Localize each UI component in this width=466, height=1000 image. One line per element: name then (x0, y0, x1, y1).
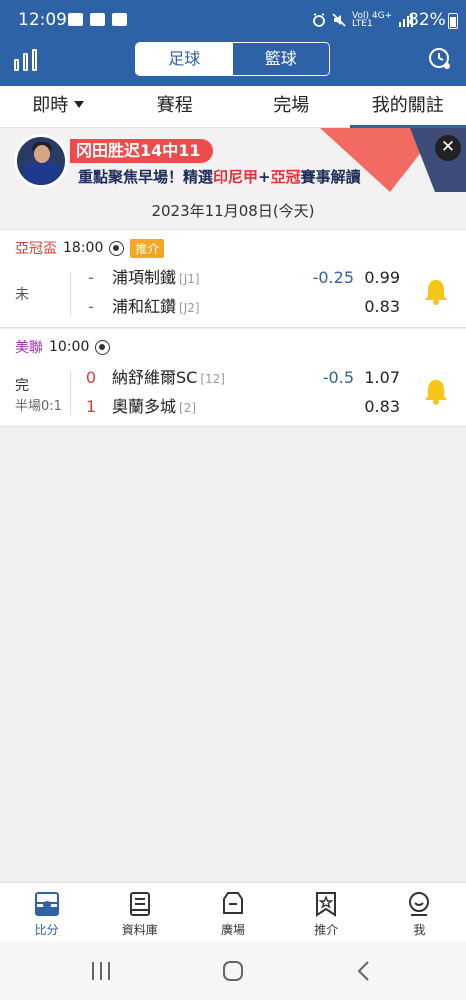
away-odds: 0.83 (364, 297, 400, 316)
match-status: 未 (15, 287, 29, 303)
battery-text: 82% (408, 10, 446, 30)
banner-headline: 冈田胜迟14中11 (70, 139, 213, 163)
ranking-bars-icon[interactable] (14, 49, 40, 71)
bell-icon[interactable] (423, 278, 449, 306)
match-header: 美聯 10:00 (15, 337, 111, 357)
system-icons: Vol) 4G+ LTE1 (312, 11, 414, 29)
plaza-icon (223, 892, 243, 914)
match-time: 10:00 (49, 339, 90, 355)
divider (70, 371, 71, 415)
network-text: Vol) 4G+ LTE1 (352, 11, 393, 29)
handicap: -0.5 (322, 368, 354, 387)
nav-recommend[interactable]: 推介 (280, 883, 373, 942)
battery-icon (448, 13, 458, 29)
gallery-icon (90, 13, 105, 26)
home-team-row: 0 納舒維爾SC [12] -0.5 1.07 (84, 366, 404, 390)
bell-icon[interactable] (423, 378, 449, 406)
half-time-score: 半場0:1 (15, 399, 62, 414)
check-icon (112, 13, 127, 26)
scoreboard-icon (34, 892, 59, 916)
alarm-icon (313, 13, 325, 27)
league-name: 美聯 (15, 340, 43, 356)
recent-apps-icon[interactable] (90, 961, 112, 981)
basketball-tab[interactable]: 籃球 (232, 43, 329, 75)
match-header: 亞冠盃 18:00 推介 (15, 238, 165, 258)
nav-plaza[interactable]: 廣場 (186, 883, 279, 942)
away-team-row: - 浦和紅鑽 [J2] 0.83 (84, 295, 404, 319)
player-avatar (14, 134, 68, 188)
notification-icons (68, 13, 127, 26)
home-score: - (88, 268, 94, 287)
divider (70, 272, 71, 316)
match-time: 18:00 (63, 240, 104, 256)
home-team: 納舒維爾SC [12] (112, 368, 225, 387)
match-card[interactable]: 亞冠盃 18:00 推介 未 - 浦項制鐵 [J1] -0.25 0.99 - 浦… (0, 230, 466, 328)
back-icon[interactable] (354, 960, 372, 982)
database-icon (129, 892, 150, 916)
tab-live[interactable]: 即時 (0, 86, 117, 127)
match-tabs: 即時 賽程 完場 我的關註 (0, 86, 466, 128)
away-team-row: 1 奧蘭多城 [2] 0.83 (84, 395, 404, 419)
home-odds: 1.07 (364, 368, 400, 387)
home-team-row: - 浦項制鐵 [J1] -0.25 0.99 (84, 266, 404, 290)
home-team: 浦項制鐵 [J1] (112, 268, 200, 287)
tab-finished[interactable]: 完場 (233, 86, 350, 127)
tab-my-follow[interactable]: 我的關註 (349, 86, 466, 128)
away-odds: 0.83 (364, 397, 400, 416)
nav-database[interactable]: 資料庫 (93, 883, 186, 942)
football-icon (109, 240, 125, 256)
away-team: 奧蘭多城 [2] (112, 397, 197, 416)
away-team: 浦和紅鑽 [J2] (112, 297, 200, 316)
handicap: -0.25 (312, 268, 354, 287)
sport-switch: 足球 籃球 (135, 42, 330, 76)
mail-icon (68, 13, 83, 26)
football-icon (95, 339, 111, 355)
nav-me[interactable]: 我 (373, 883, 466, 942)
league-name: 亞冠盃 (15, 241, 57, 257)
football-tab[interactable]: 足球 (136, 43, 233, 75)
recommend-icon (316, 892, 337, 917)
close-icon[interactable]: ✕ (435, 135, 461, 161)
tab-schedule[interactable]: 賽程 (117, 86, 234, 127)
mute-icon (332, 13, 346, 27)
history-clock-icon[interactable] (428, 47, 452, 71)
recommend-badge: 推介 (130, 238, 165, 258)
profile-icon (409, 892, 430, 916)
home-odds: 0.99 (364, 268, 400, 287)
system-navigation (0, 942, 466, 1000)
bottom-navigation: 比分 資料庫 廣場 推介 我 (0, 882, 466, 942)
away-score: - (88, 297, 94, 316)
match-status: 完 (15, 378, 29, 394)
app-header: 12:09 Vol) 4G+ LTE1 82% 足球 籃球 (0, 0, 466, 86)
nav-score[interactable]: 比分 (0, 883, 93, 942)
home-icon[interactable] (222, 960, 244, 982)
banner-slogan: 重點聚焦早場！精選印尼甲+亞冠賽事解讀 (78, 168, 361, 186)
status-time: 12:09 (18, 10, 67, 30)
away-score: 1 (85, 397, 97, 416)
status-bar: 12:09 Vol) 4G+ LTE1 82% (0, 0, 466, 40)
match-card[interactable]: 美聯 10:00 完 半場0:1 0 納舒維爾SC [12] -0.5 1.07 … (0, 329, 466, 427)
date-header: 2023年11月08日(今天) (0, 192, 466, 230)
chevron-down-icon (74, 101, 85, 108)
promo-banner[interactable]: 冈田胜迟14中11 重點聚焦早場！精選印尼甲+亞冠賽事解讀 (0, 128, 466, 192)
home-score: 0 (85, 368, 97, 387)
